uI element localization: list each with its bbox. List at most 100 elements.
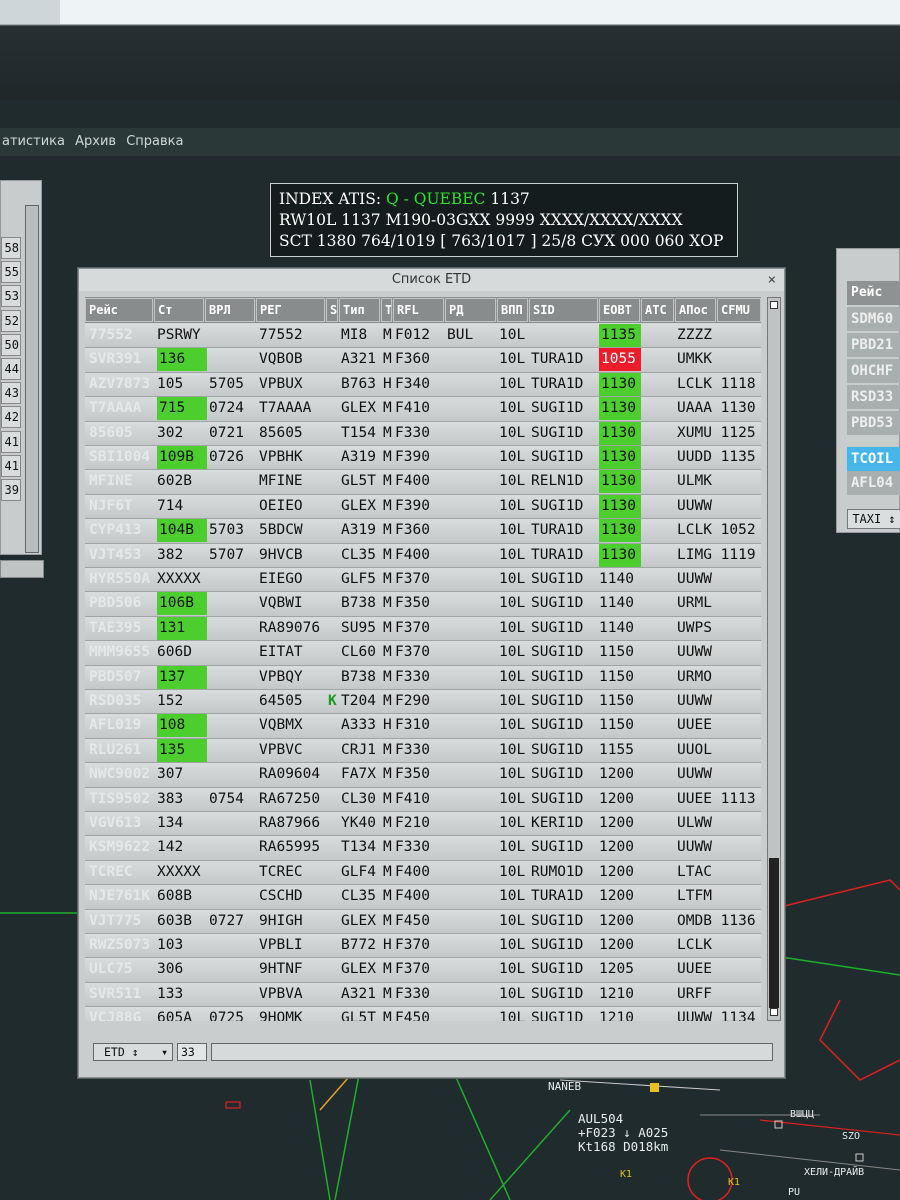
table-row[interactable]: CYP413 104B 5703 5BDCW A319 M F360 10L TURA1D 113… <box>85 519 761 544</box>
table-row[interactable]: RSD035 152 64505 K T204 M F290 10L SUGI1D 1150 UUW… <box>85 690 761 715</box>
chevron-down-icon[interactable]: ▾ <box>161 1044 168 1060</box>
cell-vpp: 10L <box>499 693 526 709</box>
right-column-header[interactable]: Рейс <box>847 281 900 305</box>
cell-rd <box>447 788 495 811</box>
left-list-item[interactable]: 41 <box>1 454 21 477</box>
scrollbar-thumb[interactable] <box>769 858 779 1008</box>
right-list-item[interactable]: PBD21 <box>847 333 900 357</box>
left-list-item[interactable]: 42 <box>1 406 21 429</box>
menu-item-help[interactable]: Справка <box>126 134 183 149</box>
cell-rd <box>447 861 495 884</box>
table-row[interactable]: ULC75 306 9HTNF GLEX M F370 10L SUGI1D 1205 UUEE <box>85 958 761 983</box>
header-col-rd[interactable]: РД <box>445 298 496 322</box>
menu-item-statistics[interactable]: атистика <box>2 134 65 149</box>
table-row[interactable]: MMM9655 606D EITAT CL60 M F370 10L SUGI1D 1150 UU… <box>85 641 761 666</box>
table-row[interactable]: NJF6T 714 OEIEO GLEX M F390 10L SUGI1D 1130 UUWW <box>85 494 761 520</box>
table-row[interactable]: RLU261 135 VPBVC CRJ1 M F330 10L SUGI1D 1155 UUOL <box>85 738 761 764</box>
table-row[interactable]: NJE761K 608B CSCHD CL35 M F400 10L TURA1D 1200 LT… <box>85 885 761 910</box>
header-col-cfmu[interactable]: CFMU <box>717 298 761 322</box>
header-col-type[interactable]: Тип <box>339 298 380 322</box>
left-list-item[interactable]: 43 <box>1 382 21 405</box>
table-row[interactable]: PBD506 106B VQBWI B738 M F350 10L SUGI1D 1140 URM… <box>85 592 761 617</box>
table-row[interactable]: MFINE 602B MFINE GL5T M F400 10L RELN1D 1130 ULMK <box>85 470 761 495</box>
header-col-atc[interactable]: ATC <box>641 298 674 322</box>
table-row[interactable]: SBI1004 109B 0726 VPBHK A319 M F390 10L SUGI1D 11… <box>85 446 761 471</box>
table-row[interactable]: NWC9002 307 RA09604 FA7X M F350 10L SUGI1D 1200 U… <box>85 763 761 788</box>
vertical-scrollbar[interactable] <box>767 297 781 1021</box>
cell-t: M <box>383 473 392 490</box>
header-col-s[interactable]: S <box>326 298 338 322</box>
table-row[interactable]: VJT775 603B 0727 9HIGH GLEX M F450 10L SUGI1D 120… <box>85 909 761 934</box>
table-row[interactable]: PBD507 137 VPBQY B738 M F330 10L SUGI1D 1150 URMO <box>85 665 761 690</box>
left-list-item[interactable]: 58 <box>1 237 21 259</box>
waypoint-label: NANEB <box>548 1080 582 1093</box>
cell-vpp: 10L <box>499 351 526 368</box>
left-list-item[interactable]: 55 <box>1 261 21 284</box>
table-row[interactable]: AFL019 108 VQBMX A333 H F310 10L SUGI1D 1150 UUEE <box>85 714 761 739</box>
right-list-item[interactable]: SDM60 <box>847 307 900 331</box>
cell-reg: 9HTNF <box>259 961 303 978</box>
table-row[interactable]: SVR391 136 VQBOB A321 M F360 10L TURA1D 1055 UMKK <box>85 348 761 373</box>
left-list-item[interactable]: 39 <box>1 479 21 501</box>
table-row[interactable]: TIS9502 383 0754 RA67250 CL30 M F410 10L SUGI1D 1… <box>85 787 761 812</box>
table-row[interactable]: TCREC XXXXX TCREC GLF4 M F400 10L RUMO1D 1200 LTA… <box>85 860 761 886</box>
left-list-item[interactable]: 50 <box>1 333 21 356</box>
table-row[interactable]: AZV7873 105 5705 VPBUX B763 H F340 10L TURA1D 113… <box>85 372 761 398</box>
right-list-item[interactable]: RSD33 <box>847 385 900 409</box>
table-row[interactable]: VGV613 134 RA87966 YK40 M F210 10L KERI1D 1200 UL… <box>85 812 761 837</box>
cell-vrl <box>209 470 253 493</box>
header-col-stand[interactable]: Ст <box>154 298 204 322</box>
window-title[interactable]: Список ETD <box>79 269 784 291</box>
cell-reg: 9HOMK <box>259 1010 303 1021</box>
cell-sid: TURA1D <box>531 888 584 905</box>
table-row[interactable]: VJT453 382 5707 9HVCB CL35 M F400 10L TURA1D 1130… <box>85 543 761 568</box>
scroll-up-icon[interactable] <box>770 301 778 309</box>
cell-callsign: VJT453 <box>89 546 142 563</box>
cell-vpp: 10L <box>499 815 526 831</box>
header-col-sid[interactable]: SID <box>529 298 598 322</box>
close-icon[interactable]: × <box>768 269 776 291</box>
header-col-eobt[interactable]: EOBT <box>599 298 640 322</box>
cell-callsign: HYR550A <box>89 571 151 587</box>
left-list-item[interactable]: 44 <box>1 358 21 380</box>
cell-s <box>328 1007 340 1021</box>
header-col-apos[interactable]: АПос <box>675 298 716 322</box>
menu-item-archive[interactable]: Архив <box>75 134 116 149</box>
table-row[interactable]: TAE395 131 RA89076 SU95 M F370 10L SUGI1D 1140 UW… <box>85 616 761 642</box>
cell-apos: UUWW 1134 <box>677 1010 756 1021</box>
cell-sid: SUGI1D <box>531 449 584 465</box>
right-list-item[interactable]: OHCHF <box>847 359 900 383</box>
cell-rfl: F400 <box>395 546 430 563</box>
cell-stand: 302 <box>157 424 184 441</box>
table-row[interactable]: 85605 302 0721 85605 T154 M F330 10L SUGI1D 1130 X… <box>85 421 761 446</box>
header-col-reg[interactable]: РЕГ <box>256 298 325 322</box>
right-list-item-selected[interactable]: TCOIL <box>847 447 900 471</box>
left-list-item[interactable]: 41 <box>1 430 21 453</box>
table-row[interactable]: SVR511 133 VPBVA A321 M F330 10L SUGI1D 1210 URFF <box>85 982 761 1008</box>
cell-callsign: MMM9655 <box>89 644 151 661</box>
table-row[interactable]: HYR550A XXXXX EIEGO GLF5 M F370 10L SUGI1D 1140 U… <box>85 568 761 593</box>
table-row[interactable]: KSM9622 142 RA65995 T134 M F330 10L SUGI1D 1200 U… <box>85 836 761 861</box>
command-input[interactable] <box>211 1043 773 1061</box>
cell-rfl: F330 <box>395 424 430 441</box>
right-list-item[interactable]: AFL04 <box>847 471 900 495</box>
table-row[interactable]: 77552 PSRWY 77552 MI8 M F012 BUL 10L 1135 ZZZZ <box>85 324 761 349</box>
aircraft-track-label[interactable]: AUL504 +F023 ↓ A025 Kt168 D018km <box>578 1112 668 1154</box>
header-col-callsign[interactable]: Рейс <box>85 298 153 322</box>
cell-stand: 133 <box>157 985 184 1002</box>
left-scrollbar[interactable] <box>25 205 39 553</box>
scroll-down-icon[interactable] <box>770 1008 778 1016</box>
header-col-rfl[interactable]: RFL <box>393 298 444 322</box>
taxi-list-select[interactable]: TAXI ↕ <box>847 509 900 529</box>
table-row[interactable]: VCJ88G 605A 0725 9HOMK GL5T M F450 10L SUGI1D 121… <box>85 1007 761 1021</box>
header-col-t[interactable]: Т <box>381 298 392 322</box>
right-list-item[interactable]: PBD53 <box>847 411 900 435</box>
table-row[interactable]: RWZ5073 103 VPBLI B772 H F370 10L SUGI1D 1200 LCL… <box>85 934 761 959</box>
list-type-select[interactable]: ETD ↕ ▾ <box>93 1043 173 1061</box>
left-list-item[interactable]: 53 <box>1 285 21 308</box>
left-list-item[interactable]: 52 <box>1 309 21 332</box>
table-row[interactable]: T7AAAA 715 0724 T7AAAA GLEX M F410 10L SUGI1D 113… <box>85 397 761 422</box>
header-col-vpp[interactable]: ВПП <box>497 298 528 322</box>
cell-vpp: 10L <box>499 741 526 758</box>
header-col-vrl[interactable]: ВРЛ <box>205 298 255 322</box>
